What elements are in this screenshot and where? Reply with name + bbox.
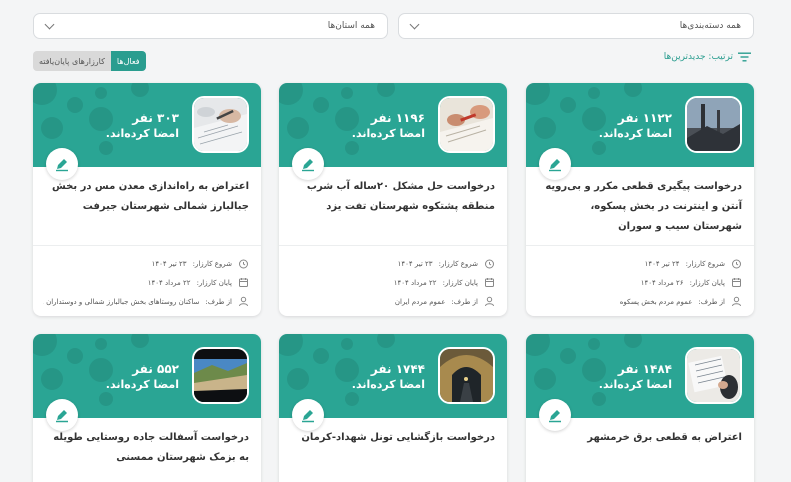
calendar-icon <box>732 278 741 287</box>
signed-label: امضا کرده‌اند. <box>598 378 672 391</box>
end-date: ۲۲ مرداد ۱۴۰۴ <box>147 278 191 287</box>
sign-pen-icon[interactable] <box>46 399 78 431</box>
campaign-card[interactable]: ۳۰۳ نفر امضا کرده‌اند. اعتراض به راه‌اند… <box>33 83 261 316</box>
user-icon <box>732 296 741 307</box>
end-label: پایان کارزار: <box>196 278 232 287</box>
calendar-icon <box>239 278 248 287</box>
by-label: از طرف: <box>451 297 478 306</box>
by-value: ساکنان روستاهای بخش جبالبارز شمالی و دوس… <box>43 297 200 306</box>
end-date: ۲۲ مرداد ۱۴۰۴ <box>393 278 437 287</box>
signed-label: امضا کرده‌اند. <box>351 378 425 391</box>
campaign-meta: شروع کارزار: ۲۳ تیر ۱۴۰۴ پایان کارزار: ۲… <box>279 245 507 311</box>
signature-count: ۳۰۳ نفر <box>132 111 179 125</box>
sign-pen-icon[interactable] <box>292 148 324 180</box>
by-label: از طرف: <box>698 297 725 306</box>
chevron-down-icon <box>44 19 55 29</box>
campaign-card[interactable]: ۱۷۴۴ نفر امضا کرده‌اند. درخواست بازگشایی… <box>279 334 507 482</box>
by-row: از طرف: عموم مردم بخش پسکوه <box>536 292 742 311</box>
start-date-row: شروع کارزار: ۲۳ تیر ۱۴۰۴ <box>289 254 495 273</box>
sort-label: ترتیب: جدیدترین‌ها <box>663 52 733 62</box>
calendar-icon <box>485 278 494 287</box>
end-date: ۲۶ مرداد ۱۴۰۴ <box>640 278 684 287</box>
end-date-row: پایان کارزار: ۲۲ مرداد ۱۴۰۴ <box>43 273 249 292</box>
by-value: عموم مردم ایران <box>394 297 446 306</box>
sort-control[interactable]: ترتیب: جدیدترین‌ها <box>664 52 751 62</box>
tab-active[interactable]: فعال‌ها <box>110 51 146 71</box>
by-label: از طرف: <box>205 297 232 306</box>
signed-label: امضا کرده‌اند. <box>105 378 179 391</box>
category-select[interactable]: همه دسته‌بندی‌ها <box>398 13 754 39</box>
by-value: عموم مردم بخش پسکوه <box>619 297 693 306</box>
campaign-image <box>438 347 495 404</box>
alarm-clock-icon <box>485 259 494 269</box>
signature-count: ۵۵۲ نفر <box>132 362 179 376</box>
signed-label: امضا کرده‌اند. <box>105 127 179 140</box>
by-row: از طرف: ساکنان روستاهای بخش جبالبارز شما… <box>43 292 249 311</box>
signature-count: ۱۴۸۴ نفر <box>617 362 672 376</box>
start-label: شروع کارزار: <box>192 259 232 268</box>
alarm-clock-icon <box>732 259 741 269</box>
campaign-image <box>685 96 742 153</box>
sign-pen-icon[interactable] <box>292 399 324 431</box>
end-date-row: پایان کارزار: ۲۲ مرداد ۱۴۰۴ <box>289 273 495 292</box>
end-label: پایان کارزار: <box>442 278 478 287</box>
start-date-row: شروع کارزار: ۲۳ تیر ۱۴۰۴ <box>43 254 249 273</box>
start-label: شروع کارزار: <box>685 259 725 268</box>
start-date: ۲۳ تیر ۱۴۰۴ <box>151 259 187 268</box>
signed-label: امضا کرده‌اند. <box>351 127 425 140</box>
sign-pen-icon[interactable] <box>539 148 571 180</box>
alarm-clock-icon <box>239 259 248 269</box>
campaign-image <box>192 347 249 404</box>
campaign-card[interactable]: ۵۵۲ نفر امضا کرده‌اند. درخواست آسفالت جا… <box>33 334 261 482</box>
category-select-value: همه دسته‌بندی‌ها <box>679 21 741 31</box>
user-icon <box>485 296 494 307</box>
campaign-image <box>192 96 249 153</box>
chevron-down-icon <box>409 19 420 29</box>
campaign-image <box>685 347 742 404</box>
province-select[interactable]: همه استان‌ها <box>33 13 388 39</box>
sort-icon <box>738 52 751 62</box>
end-date-row: پایان کارزار: ۲۶ مرداد ۱۴۰۴ <box>536 273 742 292</box>
province-select-value: همه استان‌ها <box>327 21 375 31</box>
start-date-row: شروع کارزار: ۲۴ تیر ۱۴۰۴ <box>536 254 742 273</box>
tab-finished[interactable]: کارزارهای پایان‌یافته <box>33 51 111 71</box>
sign-pen-icon[interactable] <box>46 148 78 180</box>
signature-count: ۱۱۲۲ نفر <box>617 111 672 125</box>
campaign-image <box>438 96 495 153</box>
campaign-card[interactable]: ۱۱۹۶ نفر امضا کرده‌اند. درخواست حل مشکل … <box>279 83 507 316</box>
campaign-card[interactable]: ۱۱۲۲ نفر امضا کرده‌اند. درخواست پیگیری ق… <box>526 83 754 316</box>
signature-count: ۱۱۹۶ نفر <box>370 111 425 125</box>
campaign-meta: شروع کارزار: ۲۳ تیر ۱۴۰۴ پایان کارزار: ۲… <box>33 245 261 311</box>
campaign-meta: شروع کارزار: ۲۴ تیر ۱۴۰۴ پایان کارزار: ۲… <box>526 245 754 311</box>
status-toggle: فعال‌ها کارزارهای پایان‌یافته <box>33 51 146 71</box>
by-row: از طرف: عموم مردم ایران <box>289 292 495 311</box>
sign-pen-icon[interactable] <box>539 399 571 431</box>
campaign-card[interactable]: ۱۴۸۴ نفر امضا کرده‌اند. اعتراض به قطعی ب… <box>526 334 754 482</box>
signed-label: امضا کرده‌اند. <box>598 127 672 140</box>
end-label: پایان کارزار: <box>689 278 725 287</box>
start-date: ۲۳ تیر ۱۴۰۴ <box>397 259 433 268</box>
start-date: ۲۴ تیر ۱۴۰۴ <box>644 259 680 268</box>
signature-count: ۱۷۴۴ نفر <box>370 362 425 376</box>
user-icon <box>239 296 248 307</box>
start-label: شروع کارزار: <box>438 259 478 268</box>
